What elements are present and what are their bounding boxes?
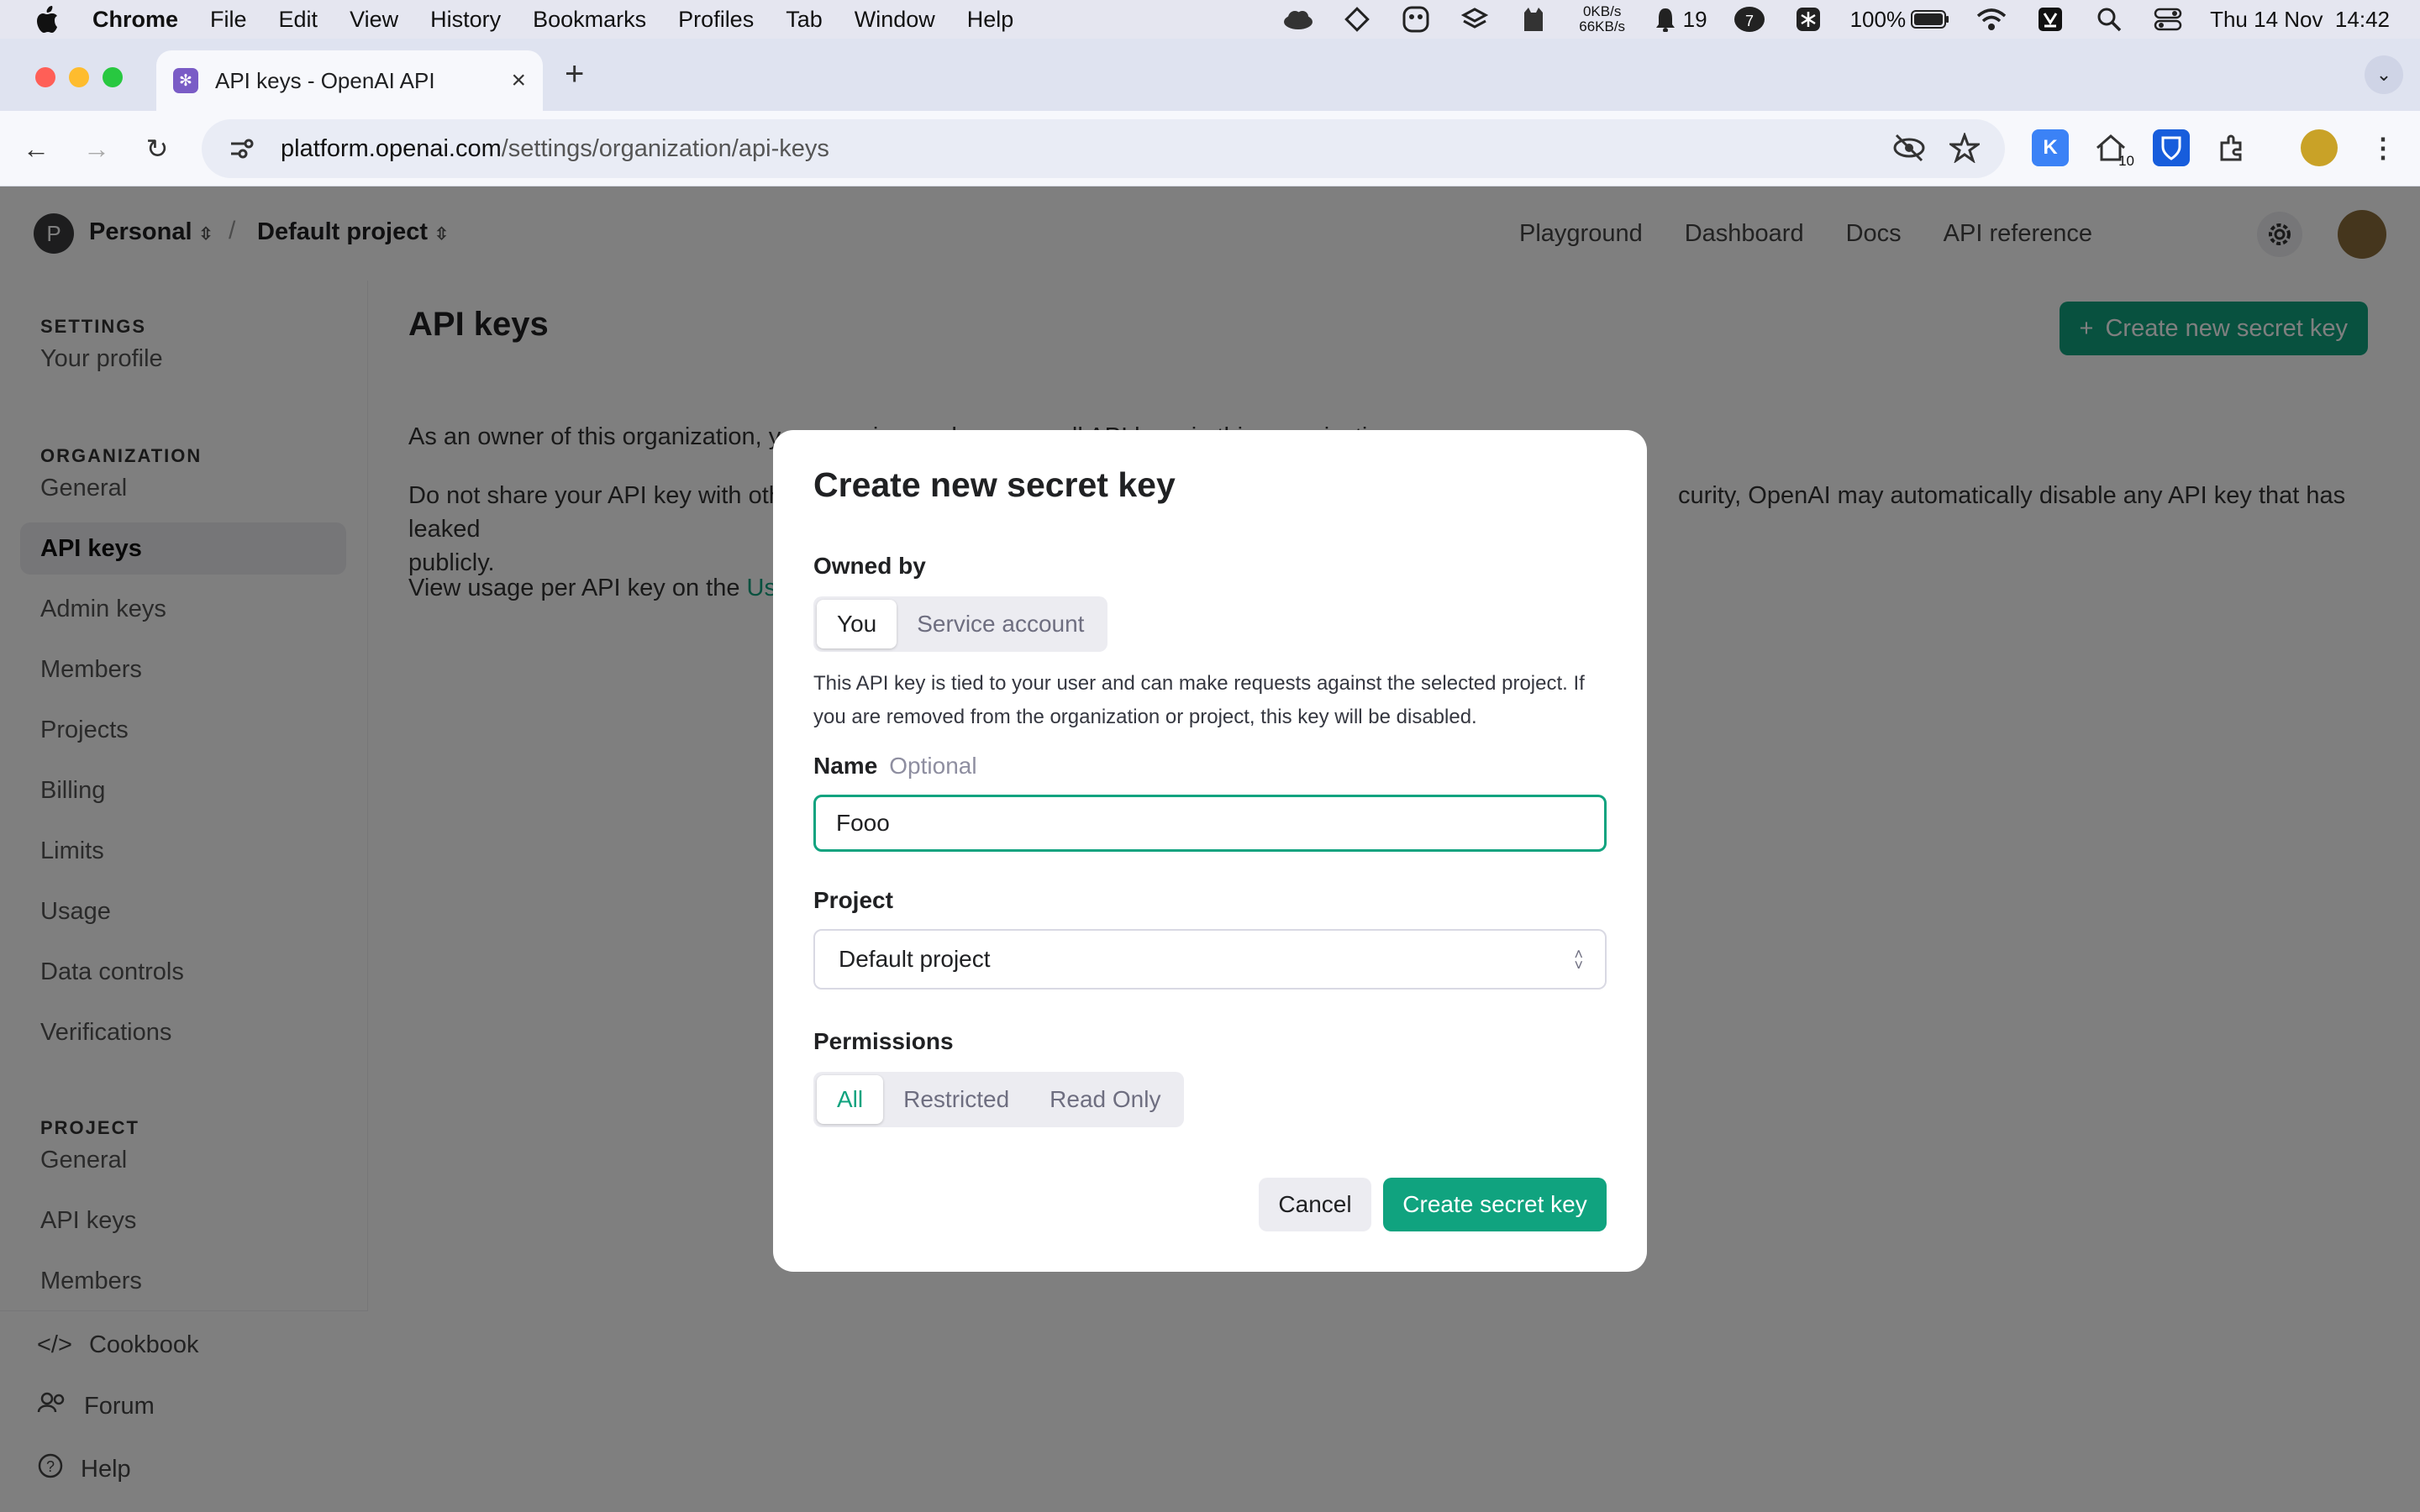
- notification-count: 19: [1682, 6, 1707, 32]
- menu-edit[interactable]: Edit: [279, 7, 318, 33]
- owner-option-you[interactable]: You: [817, 600, 897, 648]
- address-bar[interactable]: platform.openai.com/settings/organizatio…: [202, 119, 2005, 178]
- battery-percent: 100%: [1849, 6, 1907, 32]
- apple-logo-icon[interactable]: [30, 3, 64, 36]
- net-up: 0KB/s: [1582, 3, 1622, 19]
- minimize-window-button[interactable]: [69, 67, 89, 87]
- name-label: Name Optional: [813, 753, 977, 780]
- create-secret-key-dialog: Create new secret key Owned by You Servi…: [773, 430, 1647, 1272]
- owned-by-label: Owned by: [813, 553, 926, 579]
- chrome-menu-dots-icon[interactable]: ⋮: [2365, 129, 2402, 166]
- chevron-updown-icon: ˄ ˅: [1574, 946, 1583, 974]
- menu-tab[interactable]: Tab: [786, 7, 823, 33]
- url-path: /settings/organization/api-keys: [501, 134, 829, 162]
- openai-favicon-icon: ✻: [173, 68, 198, 93]
- tab-close-icon[interactable]: ×: [511, 66, 526, 95]
- key-name-input[interactable]: [813, 795, 1607, 852]
- wifi-icon[interactable]: [1975, 5, 2008, 34]
- reload-icon[interactable]: ↻: [138, 129, 176, 168]
- clock[interactable]: Thu 14 Nov 14:42: [2210, 7, 2390, 33]
- permission-option-all[interactable]: All: [817, 1075, 884, 1124]
- zoom-window-button[interactable]: [103, 67, 123, 87]
- permission-option-restricted[interactable]: Restricted: [883, 1075, 1029, 1124]
- extension-badge: 10: [2118, 153, 2134, 169]
- permissions-toggle: All Restricted Read Only: [813, 1072, 1185, 1127]
- chat-badge-count: 7: [1745, 13, 1754, 29]
- dialog-title: Create new secret key: [813, 465, 1176, 504]
- menu-file[interactable]: File: [210, 7, 247, 33]
- control-center-icon[interactable]: [2151, 5, 2185, 34]
- battery-indicator[interactable]: 100%: [1850, 5, 1950, 34]
- cat-icon[interactable]: [1517, 5, 1550, 34]
- menu-bookmarks[interactable]: Bookmarks: [533, 7, 646, 33]
- back-arrow-icon[interactable]: ←: [17, 129, 55, 168]
- url-host: platform.openai.com: [281, 134, 502, 162]
- site-settings-icon[interactable]: [227, 134, 255, 163]
- omnibox-actions: [1892, 131, 1982, 170]
- project-select[interactable]: Default project ˄ ˅: [813, 929, 1607, 990]
- browser-tab-strip: ✻ API keys - OpenAI API × + ⌄: [0, 39, 2420, 111]
- tab-search-chevron-icon[interactable]: ⌄: [2365, 55, 2403, 94]
- menu-help[interactable]: Help: [967, 7, 1014, 33]
- permissions-label: Permissions: [813, 1028, 954, 1054]
- eye-hidden-icon[interactable]: [1892, 133, 1926, 170]
- menu-window[interactable]: Window: [855, 7, 935, 33]
- browser-tab-active[interactable]: ✻ API keys - OpenAI API ×: [156, 50, 543, 111]
- cloud-icon[interactable]: [1281, 5, 1315, 34]
- name-label-text: Name: [813, 753, 878, 779]
- chat-badge-icon[interactable]: 7: [1733, 5, 1766, 34]
- cancel-button[interactable]: Cancel: [1259, 1178, 1371, 1231]
- permission-option-read-only[interactable]: Read Only: [1029, 1075, 1181, 1124]
- menu-view[interactable]: View: [350, 7, 398, 33]
- new-tab-plus-icon[interactable]: +: [565, 55, 584, 93]
- close-window-button[interactable]: [35, 67, 55, 87]
- diamond-icon[interactable]: [1340, 5, 1374, 34]
- network-speed: 0KB/s 66KB/s: [1576, 3, 1629, 34]
- keyboard-app-icon[interactable]: [2033, 5, 2067, 34]
- menu-app-name[interactable]: Chrome: [92, 7, 178, 33]
- tab-title: API keys - OpenAI API: [215, 67, 435, 93]
- snowflake-icon[interactable]: [1791, 5, 1825, 34]
- menu-bar-extras: 0KB/s 66KB/s 19 7 100% Thu 14 Nov 14:42: [1281, 0, 2390, 39]
- macos-menu-bar: Chrome File Edit View History Bookmarks …: [0, 0, 2420, 39]
- face-icon[interactable]: [1399, 5, 1433, 34]
- name-optional-hint: Optional: [889, 753, 977, 779]
- bell-icon[interactable]: 19: [1655, 5, 1707, 34]
- extensions-puzzle-icon[interactable]: [2213, 129, 2250, 166]
- bookmark-star-icon[interactable]: [1947, 131, 1982, 170]
- forward-arrow-icon[interactable]: →: [77, 129, 116, 168]
- profile-avatar-icon[interactable]: [2301, 129, 2338, 166]
- layers-icon[interactable]: [1458, 5, 1491, 34]
- net-down: 66KB/s: [1579, 18, 1626, 34]
- project-select-value: Default project: [839, 946, 991, 972]
- browser-toolbar: ← → ↻ platform.openai.com/settings/organ…: [0, 111, 2420, 186]
- menu-profiles[interactable]: Profiles: [678, 7, 754, 33]
- extension-home-icon[interactable]: 10: [2092, 129, 2134, 169]
- project-label: Project: [813, 887, 893, 913]
- extension-k-icon[interactable]: K: [2032, 129, 2069, 166]
- owner-option-service-account[interactable]: Service account: [897, 600, 1104, 648]
- owner-description: This API key is tied to your user and ca…: [813, 672, 1585, 728]
- search-icon[interactable]: [2092, 5, 2126, 34]
- menu-history[interactable]: History: [430, 7, 501, 33]
- create-secret-key-button[interactable]: Create secret key: [1383, 1178, 1607, 1231]
- bitwarden-shield-icon[interactable]: [2153, 129, 2190, 166]
- owner-toggle: You Service account: [813, 596, 1108, 652]
